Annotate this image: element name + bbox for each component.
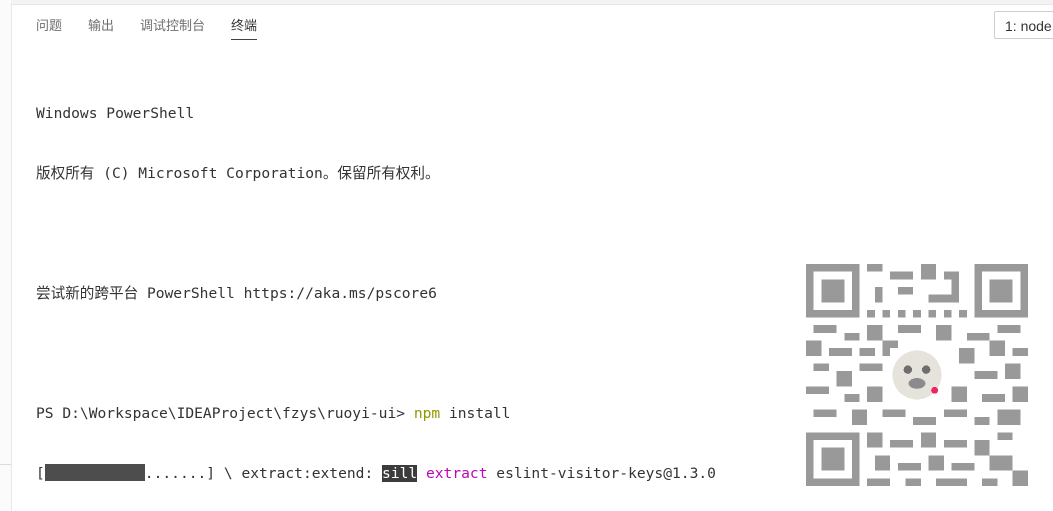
log-level-badge: sill [382, 465, 418, 482]
qr-code-icon [806, 264, 1028, 486]
tab-terminal[interactable]: 终端 [231, 16, 258, 42]
terminal-command: npm [413, 405, 441, 422]
left-gutter [0, 0, 12, 511]
tab-output[interactable]: 输出 [88, 16, 114, 42]
progress-dots: .......] \ extract:extend: [144, 465, 383, 482]
panel-tabs: 问题 输出 调试控制台 终端 [36, 16, 283, 46]
terminal-command-args: install [440, 405, 511, 422]
progress-open-bracket: [ [36, 465, 45, 482]
tab-debug-console[interactable]: 调试控制台 [140, 16, 205, 42]
tab-problems[interactable]: 问题 [36, 16, 62, 42]
terminal-select-dropdown[interactable]: 1: node [994, 11, 1053, 39]
log-action: extract [425, 465, 488, 482]
log-package: eslint-visitor-keys@1.3.0 [487, 465, 716, 482]
terminal-line: 版权所有 (C) Microsoft Corporation。保留所有权利。 [36, 165, 440, 182]
gutter-divider [0, 464, 11, 465]
terminal-line: Windows PowerShell [36, 105, 195, 122]
log-space [417, 465, 426, 482]
progress-bar-fill [44, 464, 145, 481]
terminal-prompt: PS D:\Workspace\IDEAProject\fzys\ruoyi-u… [36, 405, 414, 422]
top-strip [11, 0, 1053, 5]
